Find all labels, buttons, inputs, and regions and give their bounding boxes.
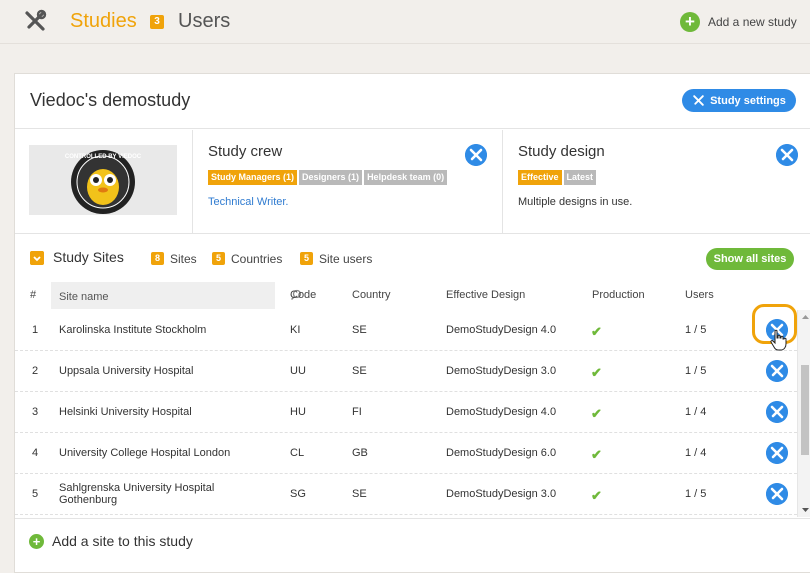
plus-icon: + — [29, 533, 44, 549]
site-country: GB — [352, 447, 368, 459]
site-code: KI — [290, 324, 301, 336]
row-number: 1 — [32, 324, 39, 336]
tools-icon[interactable] — [776, 144, 798, 166]
check-icon: ✔ — [591, 488, 602, 503]
site-users: 1 / 4 — [685, 447, 707, 459]
table-row[interactable]: 2 Uppsala University Hospital UU SE Demo… — [15, 351, 797, 392]
designers-tag[interactable]: Designers (1) — [299, 170, 363, 185]
site-name: University College Hospital London — [59, 447, 231, 459]
site-users: 1 / 5 — [685, 365, 707, 377]
site-design: DemoStudyDesign 6.0 — [446, 447, 557, 459]
top-nav: Studies 3 Users + Add a new study — [0, 0, 810, 44]
sites-table-header: # Site name Code Country Effective Desig… — [15, 282, 810, 309]
effective-tag[interactable]: Effective — [518, 170, 562, 185]
sites-count: 8 Sites — [151, 252, 197, 266]
site-design: DemoStudyDesign 4.0 — [446, 324, 557, 336]
col-country[interactable]: Country — [352, 289, 391, 301]
latest-tag[interactable]: Latest — [563, 170, 597, 185]
show-all-sites-button[interactable]: Show all sites — [706, 248, 794, 270]
col-code[interactable]: Code — [290, 289, 316, 301]
site-country: SE — [352, 365, 367, 377]
svg-text:CONTROLLED BY VIEDOC: CONTROLLED BY VIEDOC — [65, 154, 142, 160]
study-settings-button[interactable]: Study settings — [682, 89, 796, 112]
design-status-text: Multiple designs in use. — [518, 196, 633, 208]
site-settings-icon[interactable] — [766, 483, 788, 505]
add-site-label: Add a site to this study — [52, 533, 193, 549]
add-new-study-button[interactable]: + Add a new study — [680, 10, 797, 34]
tab-users[interactable]: Users — [178, 9, 230, 33]
col-effective-design[interactable]: Effective Design — [446, 289, 525, 301]
tools-icon[interactable] — [465, 144, 487, 166]
col-users[interactable]: Users — [685, 289, 714, 301]
site-code: CL — [290, 447, 305, 459]
add-site-button[interactable]: + Add a site to this study — [15, 518, 810, 563]
site-users-count: 5 Site users — [300, 252, 372, 266]
technical-writer-link[interactable]: Technical Writer. — [208, 196, 289, 208]
site-name: Sahlgrenska University Hospital Gothenbu… — [59, 482, 215, 506]
site-country: SE — [352, 324, 367, 336]
col-site-name-search[interactable]: Site name — [51, 282, 302, 309]
site-design: DemoStudyDesign 3.0 — [446, 365, 557, 377]
site-name: Uppsala University Hospital — [59, 365, 194, 377]
study-crew-title: Study crew — [208, 143, 283, 160]
row-number: 4 — [32, 447, 39, 459]
col-number: # — [30, 289, 37, 301]
site-name: Helsinki University Hospital — [59, 406, 192, 418]
table-row[interactable]: 5 Sahlgrenska University Hospital Gothen… — [15, 474, 797, 515]
studies-count-badge: 3 — [150, 15, 164, 29]
helpdesk-team-tag[interactable]: Helpdesk team (0) — [364, 170, 448, 185]
check-icon: ✔ — [591, 447, 602, 462]
tools-icon[interactable] — [23, 9, 47, 33]
site-code: UU — [290, 365, 306, 377]
study-card-header: Viedoc's demostudy Study settings — [15, 74, 810, 129]
site-country: FI — [352, 406, 362, 418]
tools-icon — [693, 95, 704, 106]
table-row[interactable]: 4 University College Hospital London CL … — [15, 433, 797, 474]
col-production[interactable]: Production — [592, 289, 645, 301]
study-card: Viedoc's demostudy Study settings CONTRO… — [14, 73, 810, 573]
study-crew-panel: Study crew Study Managers (1) Designers … — [192, 130, 502, 234]
check-icon: ✔ — [591, 324, 602, 339]
check-icon: ✔ — [591, 365, 602, 380]
study-sites-header: Study Sites 8 Sites 5 Countries 5 Site user… — [15, 234, 810, 282]
site-code: SG — [290, 488, 306, 500]
study-title: Viedoc's demostudy — [30, 90, 191, 110]
site-users: 1 / 4 — [685, 406, 707, 418]
row-number: 3 — [32, 406, 39, 418]
site-country: SE — [352, 488, 367, 500]
table-row[interactable]: 1 Karolinska Institute Stockholm KI SE D… — [15, 310, 797, 351]
study-settings-label: Study settings — [710, 94, 786, 107]
collapse-toggle-icon[interactable] — [30, 251, 44, 265]
study-info-row: CONTROLLED BY VIEDOC Study crew Study Ma… — [15, 130, 810, 234]
check-icon: ✔ — [591, 406, 602, 421]
row-number: 5 — [32, 488, 39, 500]
table-row[interactable]: 3 Helsinki University Hospital HU FI Dem… — [15, 392, 797, 433]
site-users: 1 / 5 — [685, 488, 707, 500]
hand-cursor-icon — [770, 329, 787, 351]
tab-studies[interactable]: Studies — [70, 9, 137, 33]
site-settings-icon[interactable] — [766, 442, 788, 464]
countries-count: 5 Countries — [212, 252, 282, 266]
study-design-panel: Study design Effective Latest Multiple d… — [502, 130, 810, 234]
site-settings-icon[interactable] — [766, 401, 788, 423]
study-sites-title: Study Sites — [53, 249, 124, 265]
row-number: 2 — [32, 365, 39, 377]
add-new-study-label: Add a new study — [708, 15, 797, 29]
plus-icon: + — [680, 12, 700, 32]
study-design-title: Study design — [518, 143, 605, 160]
site-design: DemoStudyDesign 4.0 — [446, 406, 557, 418]
study-managers-tag[interactable]: Study Managers (1) — [208, 170, 298, 185]
study-logo: CONTROLLED BY VIEDOC — [29, 145, 177, 215]
site-settings-icon[interactable] — [766, 360, 788, 382]
col-site-name: Site name — [59, 291, 109, 303]
scroll-down-icon[interactable] — [798, 505, 810, 515]
table-scrollbar[interactable] — [797, 310, 810, 517]
site-users: 1 / 5 — [685, 324, 707, 336]
scroll-thumb[interactable] — [801, 365, 809, 455]
sites-table-body: 1 Karolinska Institute Stockholm KI SE D… — [15, 310, 797, 517]
site-code: HU — [290, 406, 306, 418]
scroll-up-icon[interactable] — [798, 312, 810, 322]
site-design: DemoStudyDesign 3.0 — [446, 488, 557, 500]
site-name: Karolinska Institute Stockholm — [59, 324, 207, 336]
